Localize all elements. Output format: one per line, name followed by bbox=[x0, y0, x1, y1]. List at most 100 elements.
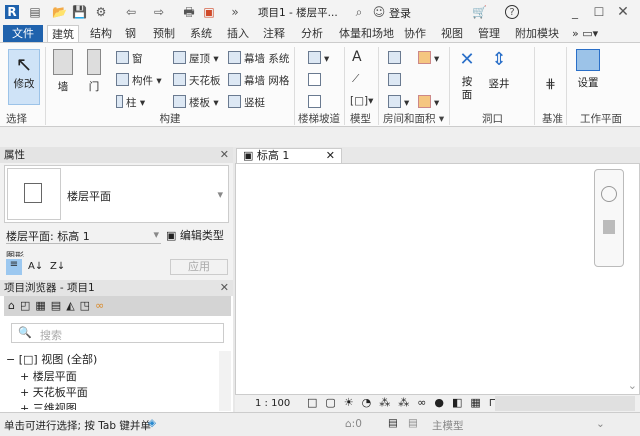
steering-wheel-icon[interactable] bbox=[601, 186, 617, 202]
tab-steel[interactable]: 钢 bbox=[121, 25, 140, 43]
export-icon[interactable]: ▣ bbox=[202, 5, 216, 19]
mullion-button[interactable]: 竖梃 bbox=[228, 95, 265, 110]
tab-massing[interactable]: 体量和场地 bbox=[335, 25, 398, 43]
cart-icon[interactable]: 🛒 bbox=[472, 5, 487, 19]
room-button[interactable] bbox=[388, 51, 404, 65]
component-button[interactable]: 构件 ▾ bbox=[116, 73, 162, 88]
login-button[interactable]: 登录 bbox=[389, 5, 411, 21]
links-icon[interactable]: ∞ bbox=[95, 299, 109, 312]
browser-scrollbar[interactable] bbox=[219, 351, 231, 411]
view-scale[interactable]: 1 : 100 bbox=[255, 398, 290, 409]
tab-structure[interactable]: 结构 bbox=[86, 25, 116, 43]
tab-collaborate[interactable]: 协作 bbox=[400, 25, 430, 43]
editable-icon[interactable]: ▤ bbox=[408, 417, 418, 429]
model-dropdown-icon[interactable]: ⌄ bbox=[596, 418, 605, 430]
user-icon[interactable]: ☺ bbox=[372, 5, 386, 19]
help-icon[interactable]: ? bbox=[505, 5, 519, 19]
modify-button[interactable]: ↖ 修改 bbox=[8, 49, 40, 105]
edit-type-button[interactable]: ▣ 编辑类型 bbox=[166, 227, 224, 243]
tab-addins[interactable]: 附加模块 bbox=[511, 25, 563, 43]
sort-az-icon[interactable]: A↓ bbox=[28, 261, 43, 272]
room-panel-label[interactable]: 房间和面积 ▾ bbox=[383, 111, 444, 126]
print-icon[interactable]: 🖶 bbox=[182, 5, 196, 19]
minimize-button[interactable]: _ bbox=[568, 5, 582, 19]
view-tab[interactable]: ▣ 标高 1 ✕ bbox=[236, 148, 342, 164]
families-icon[interactable]: ◭ bbox=[66, 299, 79, 312]
shaft-button[interactable]: ⇕ 竖井 bbox=[484, 49, 514, 91]
redo-icon[interactable]: ⇨ bbox=[152, 5, 166, 19]
area-tag-button[interactable]: ▾ bbox=[418, 95, 439, 109]
curtain-grid-button[interactable]: 幕墙 网格 bbox=[228, 73, 289, 88]
railing-button[interactable] bbox=[308, 95, 324, 109]
drawing-area[interactable]: ⌄ bbox=[235, 163, 640, 395]
active-model[interactable]: 主模型 bbox=[432, 418, 464, 433]
tab-analyze[interactable]: 分析 bbox=[297, 25, 327, 43]
tree-item[interactable]: + 三维视图 bbox=[20, 400, 77, 410]
model-text-icon[interactable]: A bbox=[352, 49, 362, 65]
room-tag-button[interactable] bbox=[388, 73, 404, 87]
room-separator-button[interactable]: ▾ bbox=[388, 95, 409, 109]
select-panel-label[interactable]: 选择 bbox=[6, 111, 27, 126]
save-icon[interactable]: 💾 bbox=[72, 5, 87, 19]
model-line-icon[interactable]: ⟋ bbox=[352, 73, 359, 86]
tab-annotate[interactable]: 注释 bbox=[259, 25, 289, 43]
ramp-button[interactable] bbox=[308, 73, 324, 87]
view-controls[interactable]: □▢☀◔⁂⁂∞●◧▦⊓ bbox=[307, 396, 505, 409]
schedules-icon[interactable]: ▦ bbox=[35, 299, 50, 312]
app-logo[interactable]: R bbox=[5, 5, 19, 19]
zoom-icon[interactable] bbox=[603, 220, 615, 234]
by-face-button[interactable]: ✕ 按面 bbox=[454, 49, 480, 102]
views-icon[interactable]: ◰ bbox=[20, 299, 35, 312]
column-button[interactable]: 柱 ▾ bbox=[116, 95, 145, 110]
set-workplane-button[interactable]: 设置 bbox=[574, 49, 602, 90]
curtain-system-button[interactable]: 幕墙 系统 bbox=[228, 51, 289, 66]
close-button[interactable]: ✕ bbox=[616, 5, 630, 19]
door-button[interactable]: 门 bbox=[82, 49, 106, 94]
expand-icon[interactable]: » bbox=[228, 5, 242, 19]
stair-button[interactable]: ▾ bbox=[308, 51, 329, 65]
maximize-button[interactable]: ☐ bbox=[592, 5, 606, 19]
close-properties-icon[interactable]: ✕ bbox=[220, 147, 229, 163]
sort-za-icon[interactable]: Z↓ bbox=[50, 261, 65, 272]
ceiling-button[interactable]: 天花板 bbox=[173, 73, 221, 88]
close-tab-icon[interactable]: ✕ bbox=[326, 149, 335, 163]
open-icon[interactable]: 📂 bbox=[52, 5, 67, 19]
sheets-icon[interactable]: ▤ bbox=[51, 299, 66, 312]
tree-item[interactable]: + 天花板平面 bbox=[20, 384, 88, 400]
window-button[interactable]: 窗 bbox=[116, 51, 143, 66]
binoculars-icon[interactable]: ⌕ bbox=[352, 5, 366, 19]
undo-icon[interactable]: ⇦ bbox=[124, 5, 138, 19]
scroll-down-icon[interactable]: ⌄ bbox=[628, 379, 637, 392]
chevron-down-icon: ▾ bbox=[217, 188, 223, 201]
close-browser-icon[interactable]: ✕ bbox=[220, 280, 229, 296]
tab-manage[interactable]: 管理 bbox=[474, 25, 504, 43]
more-tabs-icon[interactable]: » ▭▾ bbox=[568, 25, 602, 43]
tab-file[interactable]: 文件 bbox=[3, 25, 43, 43]
area-button[interactable]: ▾ bbox=[418, 51, 439, 65]
apply-button[interactable]: 应用 bbox=[170, 259, 228, 275]
groups-icon[interactable]: ◳ bbox=[80, 299, 95, 312]
worksets-icon[interactable]: ◈ bbox=[148, 417, 156, 429]
tree-item[interactable]: + 楼层平面 bbox=[20, 368, 77, 384]
categorize-icon[interactable]: ≡ bbox=[6, 259, 22, 275]
home-icon[interactable]: ▤ bbox=[28, 5, 42, 19]
home-view-icon[interactable]: ⌂ bbox=[8, 299, 20, 312]
tab-systems[interactable]: 系统 bbox=[186, 25, 216, 43]
tab-insert[interactable]: 插入 bbox=[223, 25, 253, 43]
tab-architecture[interactable]: 建筑 bbox=[47, 25, 79, 43]
tab-view[interactable]: 视图 bbox=[437, 25, 467, 43]
horizontal-scrollbar[interactable] bbox=[495, 396, 635, 411]
tree-root[interactable]: − [□] 视图 (全部) bbox=[6, 351, 97, 367]
model-group-icon[interactable]: [□]▾ bbox=[350, 95, 373, 107]
browser-search-input[interactable]: 🔍 搜索 bbox=[11, 323, 224, 343]
type-selector[interactable]: 楼层平面 ▾ bbox=[4, 165, 229, 223]
roof-button[interactable]: 屋顶 ▾ bbox=[173, 51, 219, 66]
design-options-icon[interactable]: ▤ bbox=[388, 417, 398, 429]
grid-icon[interactable]: ⋕ bbox=[545, 77, 556, 92]
tab-precast[interactable]: 预制 bbox=[149, 25, 179, 43]
sync-icon[interactable]: ⚙ bbox=[94, 5, 108, 19]
floor-button[interactable]: 楼板 ▾ bbox=[173, 95, 219, 110]
instance-filter[interactable]: 楼层平面: 标高 1 ▾ bbox=[6, 228, 161, 244]
wall-button[interactable]: 墙 bbox=[50, 49, 76, 94]
browser-toolbar[interactable]: ⌂◰▦▤◭◳∞ bbox=[4, 296, 231, 316]
